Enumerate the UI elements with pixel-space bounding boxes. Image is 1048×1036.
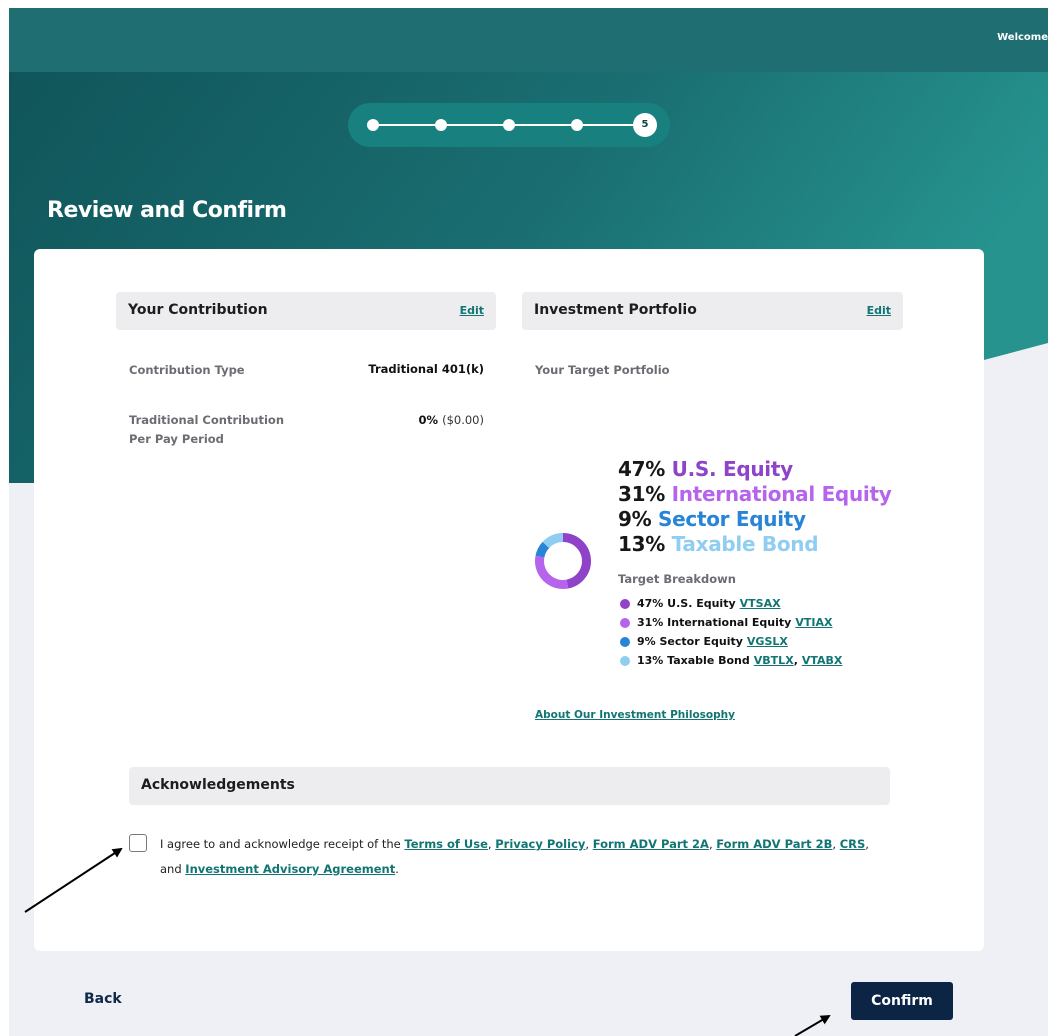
allocation-pct: 31% xyxy=(618,482,665,506)
ack-and-text: and xyxy=(160,862,182,876)
sector-equity-dot xyxy=(620,636,630,647)
contribution-section-title: Your Contribution xyxy=(128,302,268,318)
fund-link-vtiax[interactable]: VTIAX xyxy=(795,616,832,629)
donut-slice-1 xyxy=(535,555,569,589)
ack-comma: , xyxy=(585,837,590,851)
breakdown-row-taxable-bond: 13% Taxable Bond VBTLX , VTABX xyxy=(620,654,842,667)
per-period-value: 0% ($0.00) xyxy=(419,413,484,427)
per-period-amount: ($0.00) xyxy=(442,413,484,427)
acknowledgements-title: Acknowledgements xyxy=(141,777,295,793)
allocation-sector-equity-heading: 9% Sector Equity xyxy=(618,507,806,531)
step-2-dot xyxy=(435,119,447,131)
breakdown-label: 31% International Equity xyxy=(637,616,792,629)
step-4-dot xyxy=(571,119,583,131)
terms-of-use-link[interactable]: Terms of Use xyxy=(404,837,488,851)
allocation-pct: 9% xyxy=(618,507,652,531)
ack-comma: , xyxy=(708,837,713,851)
fund-separator: , xyxy=(793,654,798,667)
investment-advisory-agreement-link[interactable]: Investment Advisory Agreement xyxy=(185,862,395,876)
fund-link-vtsax[interactable]: VTSAX xyxy=(740,597,781,610)
breakdown-row-sector-equity: 9% Sector Equity VGSLX xyxy=(620,635,788,648)
ack-comma: , xyxy=(832,837,837,851)
target-breakdown-title: Target Breakdown xyxy=(618,572,736,586)
welcome-text: Welcome xyxy=(997,32,1048,43)
allocation-name: U.S. Equity xyxy=(671,457,793,481)
fund-link-vbtlx[interactable]: VBTLX xyxy=(754,654,794,667)
edit-portfolio-link[interactable]: Edit xyxy=(867,304,891,317)
step-current-indicator: 5 xyxy=(633,113,657,137)
portfolio-section-title: Investment Portfolio xyxy=(534,302,697,318)
investment-philosophy-link[interactable]: About Our Investment Philosophy xyxy=(535,709,735,721)
back-button[interactable]: Back xyxy=(84,991,122,1007)
per-period-percent: 0% xyxy=(418,413,439,427)
edit-contribution-link[interactable]: Edit xyxy=(460,304,484,317)
donut-slice-0 xyxy=(562,533,591,589)
allocation-pct: 13% xyxy=(618,532,665,556)
allocation-taxable-bond-heading: 13% Taxable Bond xyxy=(618,532,819,556)
contribution-type-value: Traditional 401(k) xyxy=(368,362,484,376)
top-bar: Welcome xyxy=(9,8,1048,72)
contribution-type-label: Contribution Type xyxy=(129,363,245,377)
agree-checkbox[interactable] xyxy=(129,834,147,852)
ack-comma: , xyxy=(865,837,869,851)
breakdown-row-intl-equity: 31% International Equity VTIAX xyxy=(620,616,832,629)
donut-slice-3 xyxy=(542,533,564,549)
acknowledgement-text: I agree to and acknowledge receipt of th… xyxy=(160,832,890,882)
confirm-button[interactable]: Confirm xyxy=(851,982,953,1020)
allocation-donut-chart xyxy=(535,533,591,589)
breakdown-label: 47% U.S. Equity xyxy=(637,597,736,610)
per-period-label-line1: Traditional Contribution xyxy=(129,413,285,427)
crs-link[interactable]: CRS xyxy=(840,837,866,851)
fund-link-vtabx[interactable]: VTABX xyxy=(802,654,843,667)
contribution-section-header: Your Contribution Edit xyxy=(116,292,496,330)
step-3-dot xyxy=(503,119,515,131)
allocation-name: Sector Equity xyxy=(658,507,806,531)
ack-period: . xyxy=(395,862,399,876)
allocation-pct: 47% xyxy=(618,457,665,481)
allocation-us-equity-heading: 47% U.S. Equity xyxy=(618,457,793,481)
privacy-policy-link[interactable]: Privacy Policy xyxy=(495,837,585,851)
donut-slice-2 xyxy=(535,541,550,558)
taxable-bond-dot xyxy=(620,655,630,666)
page-title: Review and Confirm xyxy=(47,198,287,223)
target-portfolio-label: Your Target Portfolio xyxy=(535,363,670,377)
ack-intro-text: I agree to and acknowledge receipt of th… xyxy=(160,837,401,851)
per-period-label-line2: Per Pay Period xyxy=(129,432,224,446)
acknowledgements-section-header: Acknowledgements xyxy=(129,767,890,805)
breakdown-row-us-equity: 47% U.S. Equity VTSAX xyxy=(620,597,781,610)
intl-equity-dot xyxy=(620,617,630,628)
allocation-name: Taxable Bond xyxy=(671,532,819,556)
form-adv-part-2b-link[interactable]: Form ADV Part 2B xyxy=(716,837,832,851)
us-equity-dot xyxy=(620,598,630,609)
form-adv-part-2a-link[interactable]: Form ADV Part 2A xyxy=(593,837,709,851)
breakdown-label: 13% Taxable Bond xyxy=(637,654,750,667)
breakdown-label: 9% Sector Equity xyxy=(637,635,743,648)
allocation-name: International Equity xyxy=(671,482,892,506)
allocation-intl-equity-heading: 31% International Equity xyxy=(618,482,892,506)
ack-comma: , xyxy=(487,837,492,851)
step-1-dot xyxy=(367,119,379,131)
portfolio-section-header: Investment Portfolio Edit xyxy=(522,292,903,330)
fund-link-vgslx[interactable]: VGSLX xyxy=(747,635,788,648)
